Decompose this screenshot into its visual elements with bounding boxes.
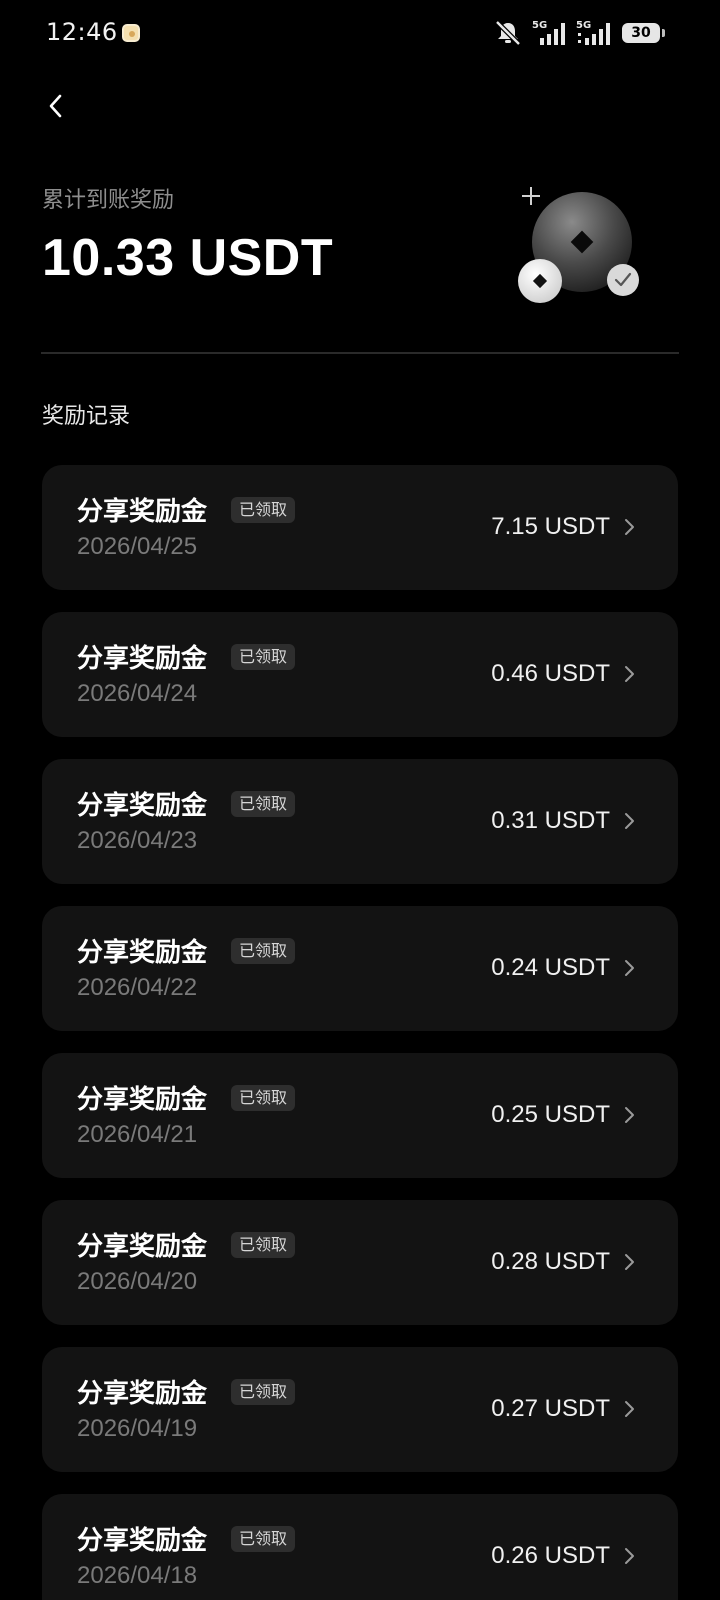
record-title: 分享奖励金 xyxy=(77,938,208,968)
record-date: 2026/04/19 xyxy=(77,1415,198,1442)
record-amount: 0.24 USDT xyxy=(491,954,610,981)
section-title-reward-records: 奖励记录 xyxy=(42,404,131,429)
record-title: 分享奖励金 xyxy=(77,1526,208,1556)
record-amount: 0.31 USDT xyxy=(491,807,610,834)
chevron-right-icon xyxy=(625,1254,634,1270)
status-badge: 已领取 xyxy=(231,1526,296,1552)
header-divider xyxy=(41,352,679,354)
app-notification-icon xyxy=(122,24,140,42)
record-card[interactable]: 分享奖励金 已领取 2026/04/24 0.46 USDT xyxy=(42,612,678,737)
record-title: 分享奖励金 xyxy=(77,1085,208,1115)
signal-5g-icon-2: 5G xyxy=(576,20,610,45)
signal-5g-icon: 5G xyxy=(532,20,565,45)
chevron-right-icon xyxy=(625,1548,634,1564)
chevron-right-icon xyxy=(625,666,634,682)
record-card[interactable]: 分享奖励金 已领取 2026/04/18 0.26 USDT xyxy=(42,1494,678,1600)
record-date: 2026/04/25 xyxy=(77,533,198,560)
back-button[interactable] xyxy=(36,86,76,126)
record-date: 2026/04/23 xyxy=(77,827,198,854)
record-date: 2026/04/24 xyxy=(77,680,198,707)
record-amount: 0.28 USDT xyxy=(491,1248,610,1275)
status-time: 12:46 xyxy=(46,18,118,46)
record-amount: 7.15 USDT xyxy=(491,513,610,540)
chevron-left-icon xyxy=(49,94,62,118)
record-date: 2026/04/18 xyxy=(77,1562,198,1589)
status-badge: 已领取 xyxy=(231,497,296,523)
status-icons: 5G 5G 30 xyxy=(494,18,665,48)
record-amount: 0.46 USDT xyxy=(491,660,610,687)
record-card[interactable]: 分享奖励金 已领取 2026/04/19 0.27 USDT xyxy=(42,1347,678,1472)
status-badge: 已领取 xyxy=(231,1379,296,1405)
reward-history-screen: 12:46 5G 5G 30 累计到账奖励 10.33 USDT 奖励记录 分享… xyxy=(0,0,720,1600)
mute-bell-icon xyxy=(495,20,521,46)
record-title: 分享奖励金 xyxy=(77,1232,208,1262)
chevron-right-icon xyxy=(625,1107,634,1123)
network-label-2: 5G xyxy=(576,20,591,31)
network-label-1: 5G xyxy=(532,20,547,31)
reward-records-list: 分享奖励金 已领取 2026/04/25 7.15 USDT 分享奖励金 已领取… xyxy=(42,465,678,1600)
status-badge: 已领取 xyxy=(231,644,296,670)
record-amount: 0.25 USDT xyxy=(491,1101,610,1128)
record-card[interactable]: 分享奖励金 已领取 2026/04/22 0.24 USDT xyxy=(42,906,678,1031)
chevron-right-icon xyxy=(625,1401,634,1417)
battery-icon: 30 xyxy=(622,23,665,43)
record-card[interactable]: 分享奖励金 已领取 2026/04/21 0.25 USDT xyxy=(42,1053,678,1178)
record-title: 分享奖励金 xyxy=(77,644,208,674)
chevron-right-icon xyxy=(625,519,634,535)
record-date: 2026/04/20 xyxy=(77,1268,198,1295)
status-badge: 已领取 xyxy=(231,1085,296,1111)
status-badge: 已领取 xyxy=(231,791,296,817)
status-badge: 已领取 xyxy=(231,938,296,964)
status-badge: 已领取 xyxy=(231,1232,296,1258)
record-card[interactable]: 分享奖励金 已领取 2026/04/20 0.28 USDT xyxy=(42,1200,678,1325)
record-amount: 0.26 USDT xyxy=(491,1542,610,1569)
chevron-right-icon xyxy=(625,960,634,976)
record-title: 分享奖励金 xyxy=(77,791,208,821)
total-reward-amount: 10.33 USDT xyxy=(42,229,334,287)
record-card[interactable]: 分享奖励金 已领取 2026/04/25 7.15 USDT xyxy=(42,465,678,590)
status-bar: 12:46 5G 5G 30 xyxy=(0,0,720,70)
chevron-right-icon xyxy=(625,813,634,829)
record-amount: 0.27 USDT xyxy=(491,1395,610,1422)
record-title: 分享奖励金 xyxy=(77,497,208,527)
record-date: 2026/04/22 xyxy=(77,974,198,1001)
record-title: 分享奖励金 xyxy=(77,1379,208,1409)
total-reward-label: 累计到账奖励 xyxy=(42,188,175,213)
record-date: 2026/04/21 xyxy=(77,1121,198,1148)
coin-reward-illustration xyxy=(518,187,639,303)
record-card[interactable]: 分享奖励金 已领取 2026/04/23 0.31 USDT xyxy=(42,759,678,884)
